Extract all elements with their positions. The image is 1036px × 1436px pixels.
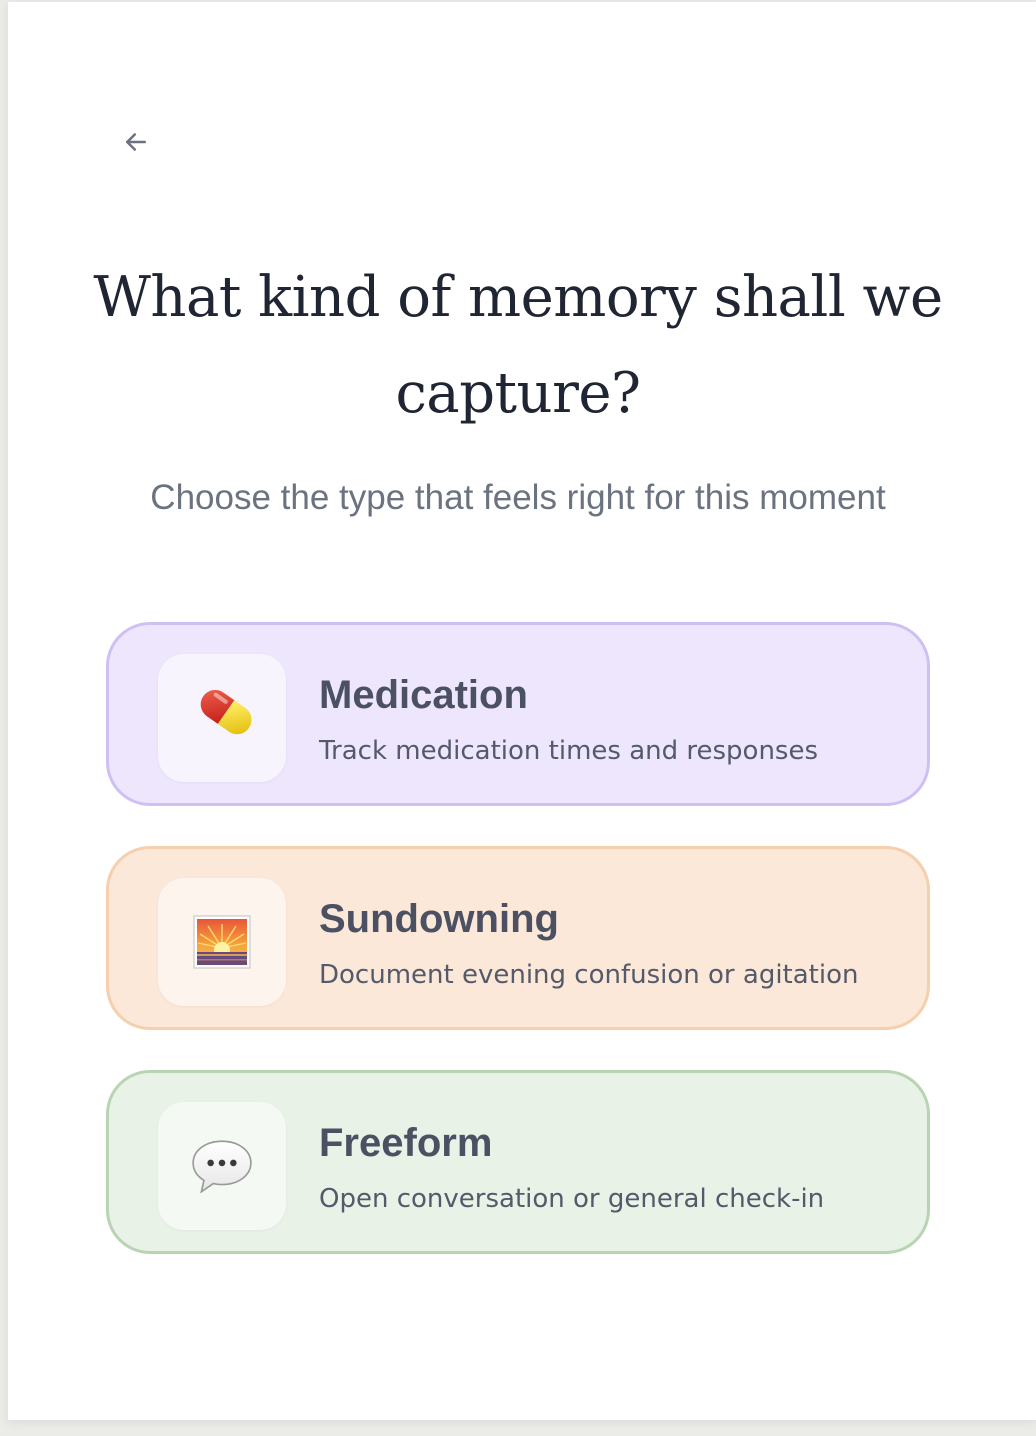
arrow-left-icon xyxy=(126,133,146,151)
option-description: Open conversation or general check-in xyxy=(319,1184,825,1214)
option-title: Freeform xyxy=(319,1121,493,1165)
option-title: Sundowning xyxy=(319,897,559,941)
option-card-medication[interactable]: Medication Track medication times and re… xyxy=(106,622,930,806)
page-title: What kind of memory shall we capture? xyxy=(93,265,943,426)
memory-type-screen: What kind of memory shall we capture? Ch… xyxy=(8,2,1036,1420)
speech-bubble-icon xyxy=(192,1140,252,1194)
icon-tile xyxy=(158,1102,286,1230)
option-title: Medication xyxy=(319,673,528,717)
icon-tile xyxy=(158,654,286,782)
option-description: Document evening confusion or agitation xyxy=(319,960,859,990)
sunset-icon xyxy=(193,915,251,969)
pill-icon xyxy=(200,689,252,735)
option-description: Track medication times and responses xyxy=(319,736,819,766)
page-subtitle: Choose the type that feels right for thi… xyxy=(150,478,886,517)
option-card-sundowning[interactable]: Sundowning Document evening confusion or… xyxy=(106,846,930,1030)
back-button[interactable] xyxy=(116,122,156,162)
option-card-freeform[interactable]: Freeform Open conversation or general ch… xyxy=(106,1070,930,1254)
icon-tile xyxy=(158,878,286,1006)
